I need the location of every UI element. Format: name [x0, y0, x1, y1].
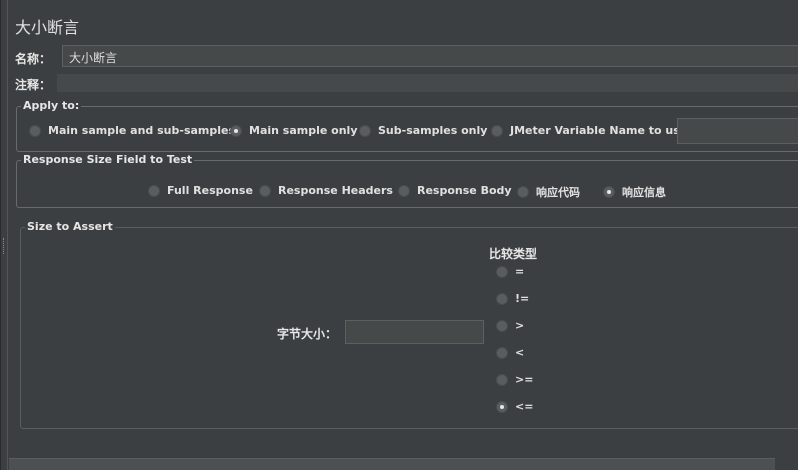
radio-dot-selected-icon: [230, 124, 242, 137]
radio-label: >=: [515, 373, 534, 386]
radio-op-greater[interactable]: >: [496, 319, 524, 332]
radio-dot-icon: [148, 184, 160, 197]
name-field[interactable]: 大小断言: [62, 45, 798, 67]
apply-to-legend: Apply to:: [21, 99, 82, 112]
size-to-assert-legend: Size to Assert: [25, 220, 115, 233]
radio-op-greater-equal[interactable]: >=: [496, 373, 533, 386]
radio-op-not-equal[interactable]: !=: [496, 292, 529, 305]
radio-dot-icon: [496, 346, 508, 359]
radio-jmeter-variable[interactable]: JMeter Variable Name to use: [491, 124, 687, 137]
page-title: 大小断言: [15, 18, 80, 37]
name-label: 名称：: [15, 52, 52, 66]
radio-dot-icon: [29, 124, 41, 137]
radio-dot-selected-icon: [603, 186, 615, 198]
radio-dot-selected-icon: [496, 400, 508, 413]
byte-size-label: 字节大小：: [277, 327, 338, 341]
radio-response-code[interactable]: 响应代码: [517, 184, 580, 200]
radio-dot-icon: [359, 124, 371, 137]
radio-dot-icon: [496, 373, 508, 386]
radio-label: Main sample and sub-samples: [48, 124, 236, 137]
radio-label: <: [515, 346, 525, 359]
radio-dot-icon: [496, 319, 508, 332]
radio-label: JMeter Variable Name to use: [510, 124, 688, 137]
comparison-type-title: 比较类型: [489, 247, 538, 261]
comment-label: 注释：: [15, 78, 52, 92]
splitter-edge[interactable]: [1, 0, 8, 470]
radio-response-message[interactable]: 响应信息: [603, 184, 666, 200]
radio-label: !=: [515, 292, 530, 305]
radio-sub-samples-only[interactable]: Sub-samples only: [359, 124, 487, 137]
comment-field[interactable]: [57, 74, 798, 92]
jmeter-variable-input[interactable]: [677, 118, 798, 144]
radio-op-less[interactable]: <: [496, 346, 524, 359]
radio-dot-icon: [259, 184, 271, 197]
response-field-legend: Response Size Field to Test: [21, 153, 195, 166]
radio-dot-icon: [491, 124, 503, 137]
byte-size-input[interactable]: [345, 320, 484, 344]
radio-dot-icon: [496, 292, 508, 305]
radio-label: Sub-samples only: [378, 124, 488, 137]
radio-label: 响应代码: [536, 186, 580, 199]
radio-response-body[interactable]: Response Body: [398, 184, 512, 197]
radio-op-less-equal[interactable]: <=: [496, 400, 533, 413]
radio-label: Full Response: [167, 184, 253, 197]
radio-label: Response Headers: [278, 184, 393, 197]
splitter-grip-icon: [3, 238, 6, 254]
radio-label: =: [515, 265, 525, 278]
radio-response-headers[interactable]: Response Headers: [259, 184, 393, 197]
radio-dot-icon: [496, 265, 508, 278]
radio-dot-icon: [398, 184, 410, 197]
radio-main-and-sub-samples[interactable]: Main sample and sub-samples: [29, 124, 235, 137]
radio-label: 响应信息: [622, 186, 666, 199]
radio-label: <=: [515, 400, 534, 413]
radio-label: Main sample only: [249, 124, 358, 137]
radio-label: >: [515, 319, 525, 332]
horizontal-scrollbar[interactable]: [9, 458, 775, 470]
radio-full-response[interactable]: Full Response: [148, 184, 253, 197]
radio-main-sample-only[interactable]: Main sample only: [230, 124, 358, 137]
size-assertion-panel: 大小断言 名称： 大小断言 注释： Apply to: Main sample …: [0, 0, 798, 470]
radio-dot-icon: [517, 186, 529, 198]
radio-op-equal[interactable]: =: [496, 265, 524, 278]
radio-label: Response Body: [417, 184, 512, 197]
